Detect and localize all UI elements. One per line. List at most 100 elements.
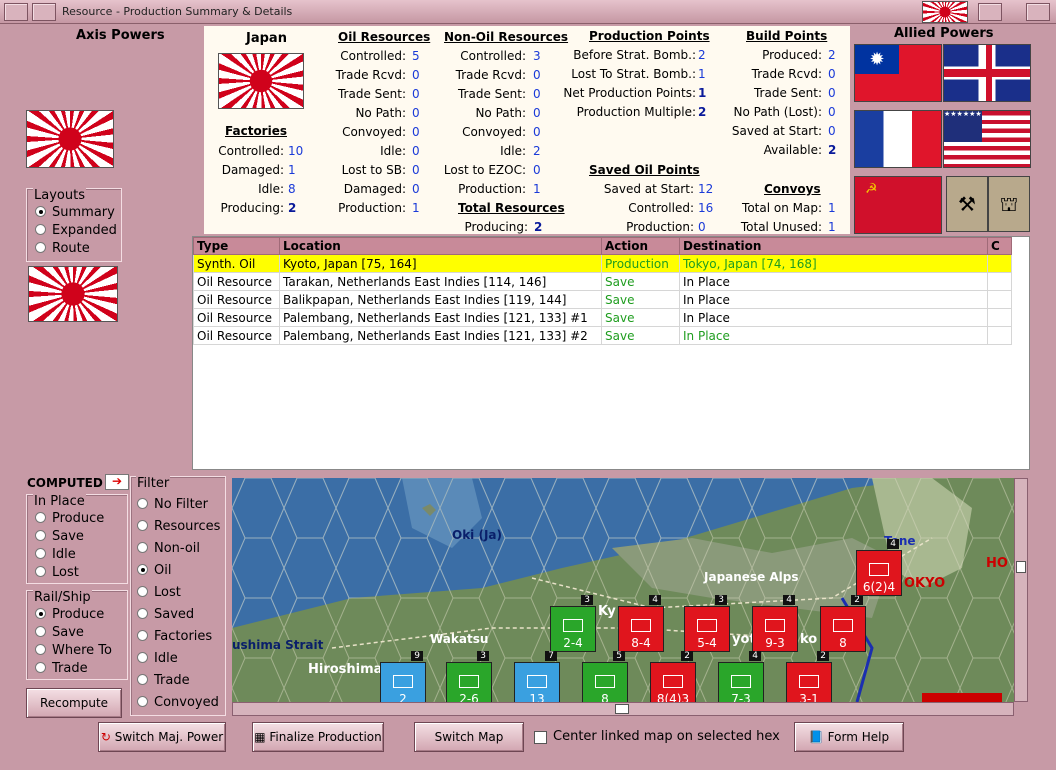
- table-row[interactable]: Synth. Oil Kyoto, Japan [75, 164] Producti…: [193, 254, 1012, 273]
- finalize-label: Finalize Production: [269, 730, 382, 744]
- radio-label: Trade: [154, 673, 190, 688]
- layout-summary-radio[interactable]: Summary: [35, 205, 115, 220]
- table-cell: In Place: [679, 326, 988, 345]
- japan-flag-icon: [922, 1, 968, 23]
- ussr-flag[interactable]: ☭: [854, 176, 942, 234]
- pick-hammer-icon[interactable]: ⚒: [946, 176, 988, 232]
- radio-icon: [35, 512, 46, 523]
- map-unit-counter[interactable]: 58: [582, 651, 628, 702]
- total-producing-label: Producing:: [464, 220, 528, 234]
- arrow-right-icon[interactable]: ➔: [105, 474, 129, 490]
- factories-label: Idle:: [258, 182, 284, 196]
- bp-label: Trade Sent:: [753, 86, 822, 100]
- filter-option[interactable]: Lost: [137, 585, 181, 600]
- map-unit-counter[interactable]: 4 6(2)4: [856, 539, 902, 596]
- railship-option[interactable]: Save: [35, 625, 84, 640]
- china-flag[interactable]: ✹: [854, 44, 942, 102]
- table-cell: In Place: [679, 272, 988, 291]
- radio-label: Oil: [154, 563, 172, 578]
- vertical-scroll-thumb[interactable]: [1016, 561, 1026, 573]
- center-map-checkbox[interactable]: [534, 731, 547, 744]
- radio-label: Expanded: [52, 223, 117, 238]
- france-flag[interactable]: [854, 110, 942, 168]
- inplace-option[interactable]: Produce: [35, 511, 104, 526]
- table-cell: Save: [601, 272, 680, 291]
- map-unit-counter[interactable]: 4 7-3: [718, 651, 764, 702]
- inplace-option[interactable]: Save: [35, 529, 84, 544]
- unit-badge: 3: [477, 651, 489, 661]
- maximize-button[interactable]: [978, 3, 1002, 21]
- filter-option[interactable]: Idle: [137, 651, 178, 666]
- table-cell: [987, 254, 1012, 273]
- country-name: Japan: [246, 31, 287, 46]
- usa-flag[interactable]: ★★★★★★★★★★★★★★★★★★★★★★★★★★★★★★: [943, 110, 1031, 168]
- column-header[interactable]: Location: [279, 237, 602, 255]
- oil-derrick-icon[interactable]: ⛫: [988, 176, 1030, 232]
- layout-route-radio[interactable]: Route: [35, 241, 90, 256]
- table-row[interactable]: Oil Resource Tarakan, Netherlands East In…: [193, 272, 1012, 291]
- railship-option[interactable]: Where To: [35, 643, 112, 658]
- close-button[interactable]: [1026, 3, 1050, 21]
- form-help-button[interactable]: 📘 Form Help: [794, 722, 904, 752]
- map-unit-counter[interactable]: 2 8(4)3: [650, 651, 696, 702]
- map-unit-counter[interactable]: 3 2-4: [550, 595, 596, 652]
- map-unit-counter[interactable]: 92: [380, 651, 426, 702]
- table-cell: Save: [601, 290, 680, 309]
- total-resources-title: Total Resources: [458, 201, 565, 215]
- map-view[interactable]: Oki (Ja) Japanese Alps Wakatsu Hiroshima…: [232, 478, 1014, 702]
- map-unit-counter[interactable]: 4 8-4: [618, 595, 664, 652]
- map-unit-counter[interactable]: 2 3-1: [786, 651, 832, 702]
- map-vertical-scrollbar[interactable]: [1014, 478, 1028, 702]
- map-unit-counter[interactable]: 3 2-6: [446, 651, 492, 702]
- filter-option[interactable]: Non-oil: [137, 541, 200, 556]
- column-header[interactable]: Type: [193, 237, 280, 255]
- filter-option[interactable]: Trade: [137, 673, 190, 688]
- table-row[interactable]: Oil Resource Palembang, Netherlands East …: [193, 308, 1012, 327]
- column-header[interactable]: Destination: [679, 237, 988, 255]
- convoys-label: Total on Map:: [742, 201, 822, 215]
- filter-option[interactable]: Oil: [137, 563, 171, 578]
- map-unit-counter[interactable]: 28: [820, 595, 866, 652]
- nonoil-label: Convoyed:: [462, 125, 526, 139]
- map-unit-counter[interactable]: 3 5-4: [684, 595, 730, 652]
- japan-flag-large[interactable]: [26, 110, 114, 168]
- radio-icon: [35, 566, 46, 577]
- table-row[interactable]: Oil Resource Balikpapan, Netherlands East…: [193, 290, 1012, 309]
- inplace-option[interactable]: Idle: [35, 547, 76, 562]
- filter-option[interactable]: Saved: [137, 607, 194, 622]
- railship-option[interactable]: Trade: [35, 661, 88, 676]
- factories-label: Damaged:: [221, 163, 284, 177]
- table-cell: Tarakan, Netherlands East Indies [114, 1…: [279, 272, 602, 291]
- recompute-button[interactable]: Recompute: [26, 688, 122, 718]
- map-unit-counter[interactable]: 7 13: [514, 651, 560, 702]
- bp-value: 0: [828, 105, 836, 119]
- map-horizontal-scrollbar[interactable]: [232, 702, 1014, 716]
- railship-option[interactable]: Produce: [35, 607, 104, 622]
- inplace-option[interactable]: Lost: [35, 565, 79, 580]
- japan-flag-small[interactable]: [28, 266, 118, 322]
- switch-map-button[interactable]: Switch Map: [414, 722, 524, 752]
- filter-option[interactable]: Convoyed: [137, 695, 219, 710]
- finalize-production-button[interactable]: ▦ Finalize Production: [252, 722, 384, 752]
- map-label-tokyo: OKYO: [904, 576, 946, 591]
- minimize-button[interactable]: [32, 3, 56, 21]
- column-header[interactable]: C: [987, 237, 1012, 255]
- horizontal-scroll-thumb[interactable]: [615, 704, 629, 714]
- filter-option[interactable]: Resources: [137, 519, 220, 534]
- map-unit-counter[interactable]: 4 9-3: [752, 595, 798, 652]
- pp-label: Before Strat. Bomb.:: [573, 48, 696, 62]
- layout-expanded-radio[interactable]: Expanded: [35, 223, 117, 238]
- column-header[interactable]: Action: [601, 237, 680, 255]
- uk-flag[interactable]: [943, 44, 1031, 102]
- factories-value: 2: [288, 201, 297, 215]
- system-menu-button[interactable]: [4, 3, 28, 21]
- table-row[interactable]: Oil Resource Palembang, Netherlands East …: [193, 326, 1012, 345]
- filter-option[interactable]: Factories: [137, 629, 212, 644]
- oil-label: Trade Rcvd:: [335, 68, 406, 82]
- unit-symbol-icon: [393, 675, 413, 688]
- switch-power-button[interactable]: ↻ Switch Maj. Power: [98, 722, 226, 752]
- pp-value: 1: [698, 86, 707, 100]
- unit-symbol-icon: [663, 675, 683, 688]
- filter-option[interactable]: No Filter: [137, 497, 208, 512]
- radio-icon: [137, 652, 148, 663]
